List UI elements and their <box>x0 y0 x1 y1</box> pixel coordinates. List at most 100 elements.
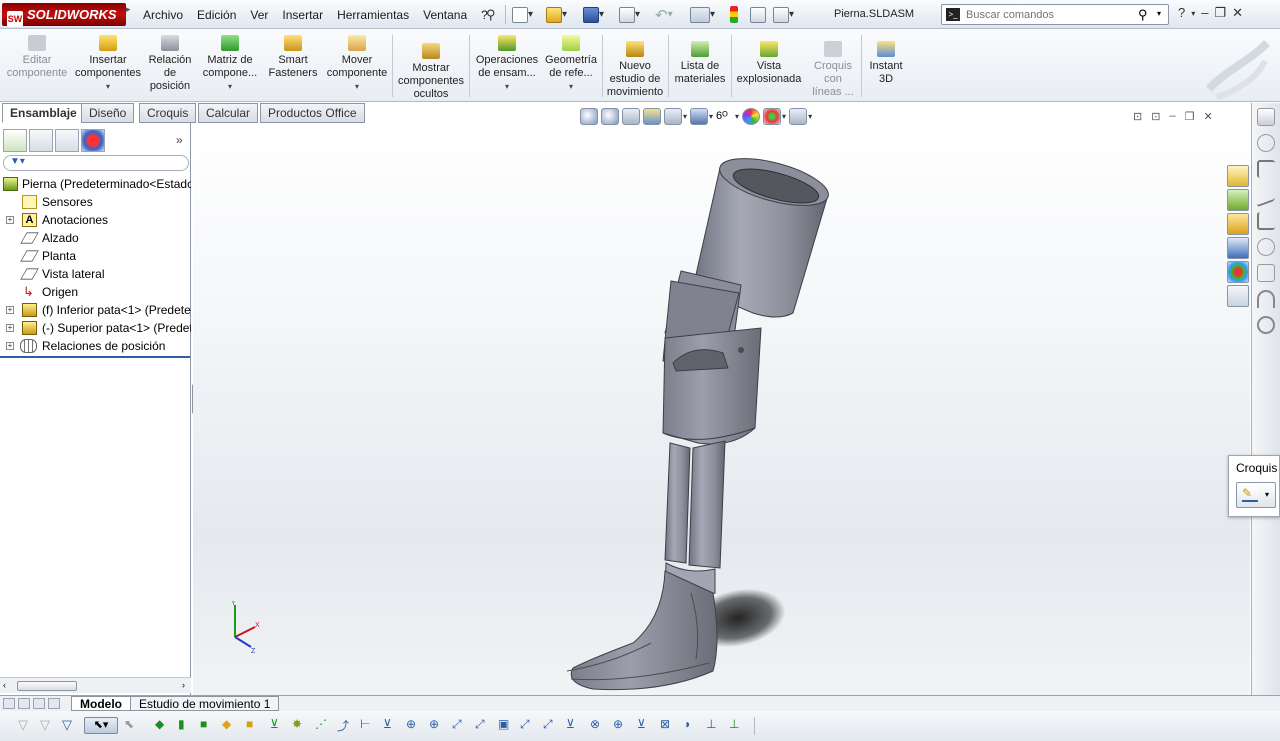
filter-faces-icon[interactable]: ■ <box>200 717 217 734</box>
zoom-to-area-icon[interactable] <box>601 108 619 125</box>
custom-properties-icon[interactable] <box>1227 285 1249 307</box>
revolve-tool-icon[interactable] <box>1257 290 1275 308</box>
filter-cosmetic-threads-icon[interactable]: ⊗ <box>590 717 607 734</box>
save-button[interactable]: ▾ <box>583 5 604 24</box>
help-dropdown-icon[interactable]: ▾ <box>1191 9 1195 21</box>
search-dropdown-arrow-icon[interactable]: ▾ <box>1157 9 1161 18</box>
new-motion-study-button[interactable]: Nuevo estudio de movimiento <box>605 41 665 99</box>
mirror-tool-icon[interactable] <box>1257 316 1275 334</box>
tree-item-root-assembly[interactable]: Pierna (Predeterminado<Estado <box>0 175 191 193</box>
first-tab-icon[interactable] <box>3 698 15 709</box>
tab-calcular[interactable]: Calcular <box>198 103 259 123</box>
dropdown-arrow-icon[interactable]: ▾ <box>782 112 786 121</box>
leg-assembly-model[interactable] <box>193 123 1250 695</box>
exploded-view-button[interactable]: Vista explosionada <box>734 41 804 86</box>
filter-edges-icon[interactable]: ▮ <box>178 717 195 734</box>
select-all-filters-icon[interactable]: ▽ <box>62 717 79 734</box>
filter-notes-icon[interactable]: ▣ <box>498 717 515 734</box>
doc-close-icon[interactable]: ✕ <box>1203 110 1212 123</box>
assembly-features-button[interactable]: Operaciones de ensam... ▾ <box>473 35 541 93</box>
menu-edicion[interactable]: Edición <box>190 8 243 22</box>
croquis-sketch-button[interactable]: ✎ ▾ <box>1236 482 1276 508</box>
filter-surface-bodies-icon[interactable]: ◆ <box>222 717 239 734</box>
component-pattern-button[interactable]: Matriz de compone... ▾ <box>200 35 260 93</box>
spline-tool-icon[interactable] <box>1257 182 1275 208</box>
filter-datum-targets-icon[interactable]: ⊻ <box>566 717 583 734</box>
logo-menu-arrow-icon[interactable]: ▸ <box>126 4 132 24</box>
restore-icon[interactable]: ❐ <box>1214 5 1226 21</box>
tab-productos-office[interactable]: Productos Office <box>260 103 365 123</box>
filter-axes-icon[interactable]: ⊻ <box>270 717 287 734</box>
select-button[interactable]: ▾ <box>690 5 715 24</box>
dropdown-arrow-icon[interactable]: ▾ <box>735 112 739 121</box>
filter-solid-bodies-icon[interactable]: ■ <box>246 717 263 734</box>
filter-dimensions-icon[interactable]: ⊕ <box>429 717 446 734</box>
rebuild-button[interactable] <box>730 5 738 24</box>
expand-toggle-icon[interactable]: + <box>6 216 14 224</box>
dropdown-arrow-icon[interactable]: ▾ <box>683 112 687 121</box>
expand-toggle-icon[interactable]: + <box>6 342 14 350</box>
menu-ventana[interactable]: Ventana <box>416 8 474 22</box>
select-cursor-icon[interactable]: ⬉▾ <box>84 717 118 734</box>
tree-item-inferior-pata[interactable]: + (f) Inferior pata<1> (Predete <box>0 301 191 319</box>
tree-item-sensores[interactable]: Sensores <box>0 193 191 211</box>
hide-show-items-icon[interactable]: 6ᴼ <box>716 108 734 125</box>
filter-funnel-icon[interactable]: ▼▾ <box>10 156 25 167</box>
new-document-button[interactable]: ▾ <box>512 5 533 24</box>
print-button[interactable]: ▾ <box>619 5 640 24</box>
filter-center-marks-icon[interactable]: ⊻ <box>383 717 400 734</box>
display-manager-tab-icon[interactable] <box>81 129 105 152</box>
tree-item-superior-pata[interactable]: + (-) Superior pata<1> (Predet <box>0 319 191 337</box>
search-icon[interactable]: ⚲ <box>1138 7 1148 23</box>
tab-diseno[interactable]: Diseño <box>81 103 135 123</box>
graphics-viewport[interactable]: Y X Z <box>193 123 1250 695</box>
tab-estudio-movimiento[interactable]: Estudio de movimiento 1 <box>130 696 280 711</box>
circle-tool-icon[interactable] <box>1257 134 1275 152</box>
menu-herramientas[interactable]: Herramientas <box>330 8 416 22</box>
feature-tree-filter[interactable]: ▼▾ <box>3 155 189 171</box>
pin-icon[interactable]: ⚲ <box>486 5 496 24</box>
command-search[interactable]: >_ ⚲ ▾ <box>941 4 1169 25</box>
tree-item-origen[interactable]: ↳ Origen <box>0 283 191 301</box>
apply-scene-icon[interactable] <box>763 108 782 125</box>
filter-centerlines-icon[interactable]: ⊕ <box>406 717 423 734</box>
filter-mid-faces-icon[interactable]: ⊥ <box>706 717 723 734</box>
filter-sketch-points-icon[interactable]: ⋰ <box>315 717 332 734</box>
design-library-icon[interactable] <box>1227 189 1249 211</box>
previous-view-icon[interactable] <box>622 108 640 125</box>
reference-geometry-button[interactable]: Geometría de refe... ▾ <box>543 35 599 93</box>
tree-item-vista-lateral[interactable]: Vista lateral <box>0 265 191 283</box>
filter-toggle-icon[interactable]: ▽ <box>18 717 35 734</box>
rollback-bar[interactable] <box>0 356 190 358</box>
insert-components-button[interactable]: Insertar componentes ▾ <box>74 35 142 93</box>
tree-item-planta[interactable]: Planta <box>0 247 191 265</box>
filter-geometric-tolerances-icon[interactable]: ⤢ <box>475 717 492 734</box>
filter-vertices-icon[interactable]: ◆ <box>155 717 172 734</box>
menu-archivo[interactable]: Archivo <box>136 8 190 22</box>
filter-surface-finish-icon[interactable]: ⤢ <box>452 717 469 734</box>
filter-welds-icon[interactable]: ⊥ <box>729 717 746 734</box>
view-orientation-icon[interactable] <box>664 108 682 125</box>
options-button[interactable]: ▾ <box>773 5 794 24</box>
view-palette-icon[interactable] <box>1227 237 1249 259</box>
dropdown-arrow-icon[interactable]: ▾ <box>200 80 260 93</box>
expand-toggle-icon[interactable]: + <box>6 324 14 332</box>
show-hidden-components-button[interactable]: Mostrar componentes ocultos <box>396 43 466 101</box>
filter-datum-features-icon[interactable]: ⤢ <box>520 717 537 734</box>
filter-blocks-icon[interactable]: ⊕ <box>613 717 630 734</box>
trim-tool-icon[interactable] <box>1257 264 1275 282</box>
file-properties-button[interactable] <box>750 5 766 24</box>
last-tab-icon[interactable] <box>48 698 60 709</box>
configuration-manager-tab-icon[interactable] <box>55 129 79 152</box>
next-tab-icon[interactable] <box>33 698 45 709</box>
feature-tree-horizontal-scrollbar[interactable]: ‹ › <box>0 677 191 693</box>
display-style-icon[interactable] <box>690 108 709 125</box>
clear-filters-icon[interactable]: ▽ <box>40 717 57 734</box>
doc-minimize-icon[interactable]: – <box>1169 110 1175 123</box>
mate-button[interactable]: Relación de posición <box>146 35 194 93</box>
menu-ver[interactable]: Ver <box>243 8 275 22</box>
solidworks-resources-home-icon[interactable] <box>1227 165 1249 187</box>
filter-planes-icon[interactable]: ✸ <box>292 717 309 734</box>
appearances-scenes-icon[interactable] <box>1227 261 1249 283</box>
edit-appearance-icon[interactable] <box>742 108 761 125</box>
